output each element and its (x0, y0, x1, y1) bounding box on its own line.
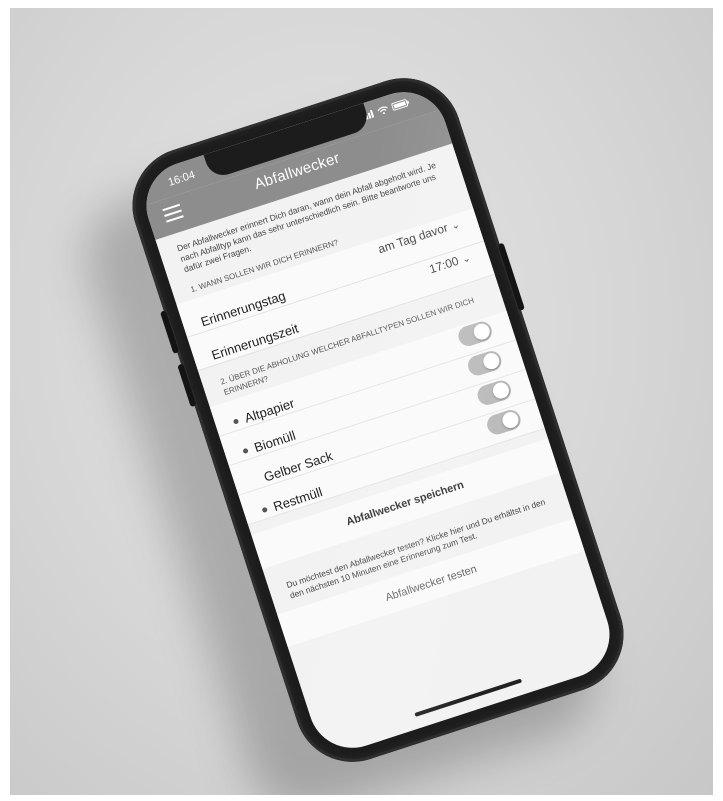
status-icons (361, 98, 410, 121)
toggle-knob (481, 351, 502, 372)
toggle-knob (490, 380, 512, 401)
chevron-down-icon: ⌄ (449, 219, 462, 233)
wifi-icon (377, 106, 388, 115)
bullet-dot (242, 447, 249, 455)
toggle-knob (500, 409, 521, 431)
waste-type-label: Restmüll (271, 484, 325, 515)
reminder-time-value: 17:00 (427, 253, 461, 277)
photo-background: 16:04 Abfallwecker Der Abfallwecker erin… (10, 8, 713, 795)
status-time: 16:04 (166, 168, 197, 189)
battery-icon (391, 99, 410, 111)
chevron-down-icon: ⌄ (460, 252, 473, 266)
toggle-knob (471, 321, 492, 342)
bullet-dot (232, 418, 240, 425)
bullet-dot (261, 506, 268, 514)
